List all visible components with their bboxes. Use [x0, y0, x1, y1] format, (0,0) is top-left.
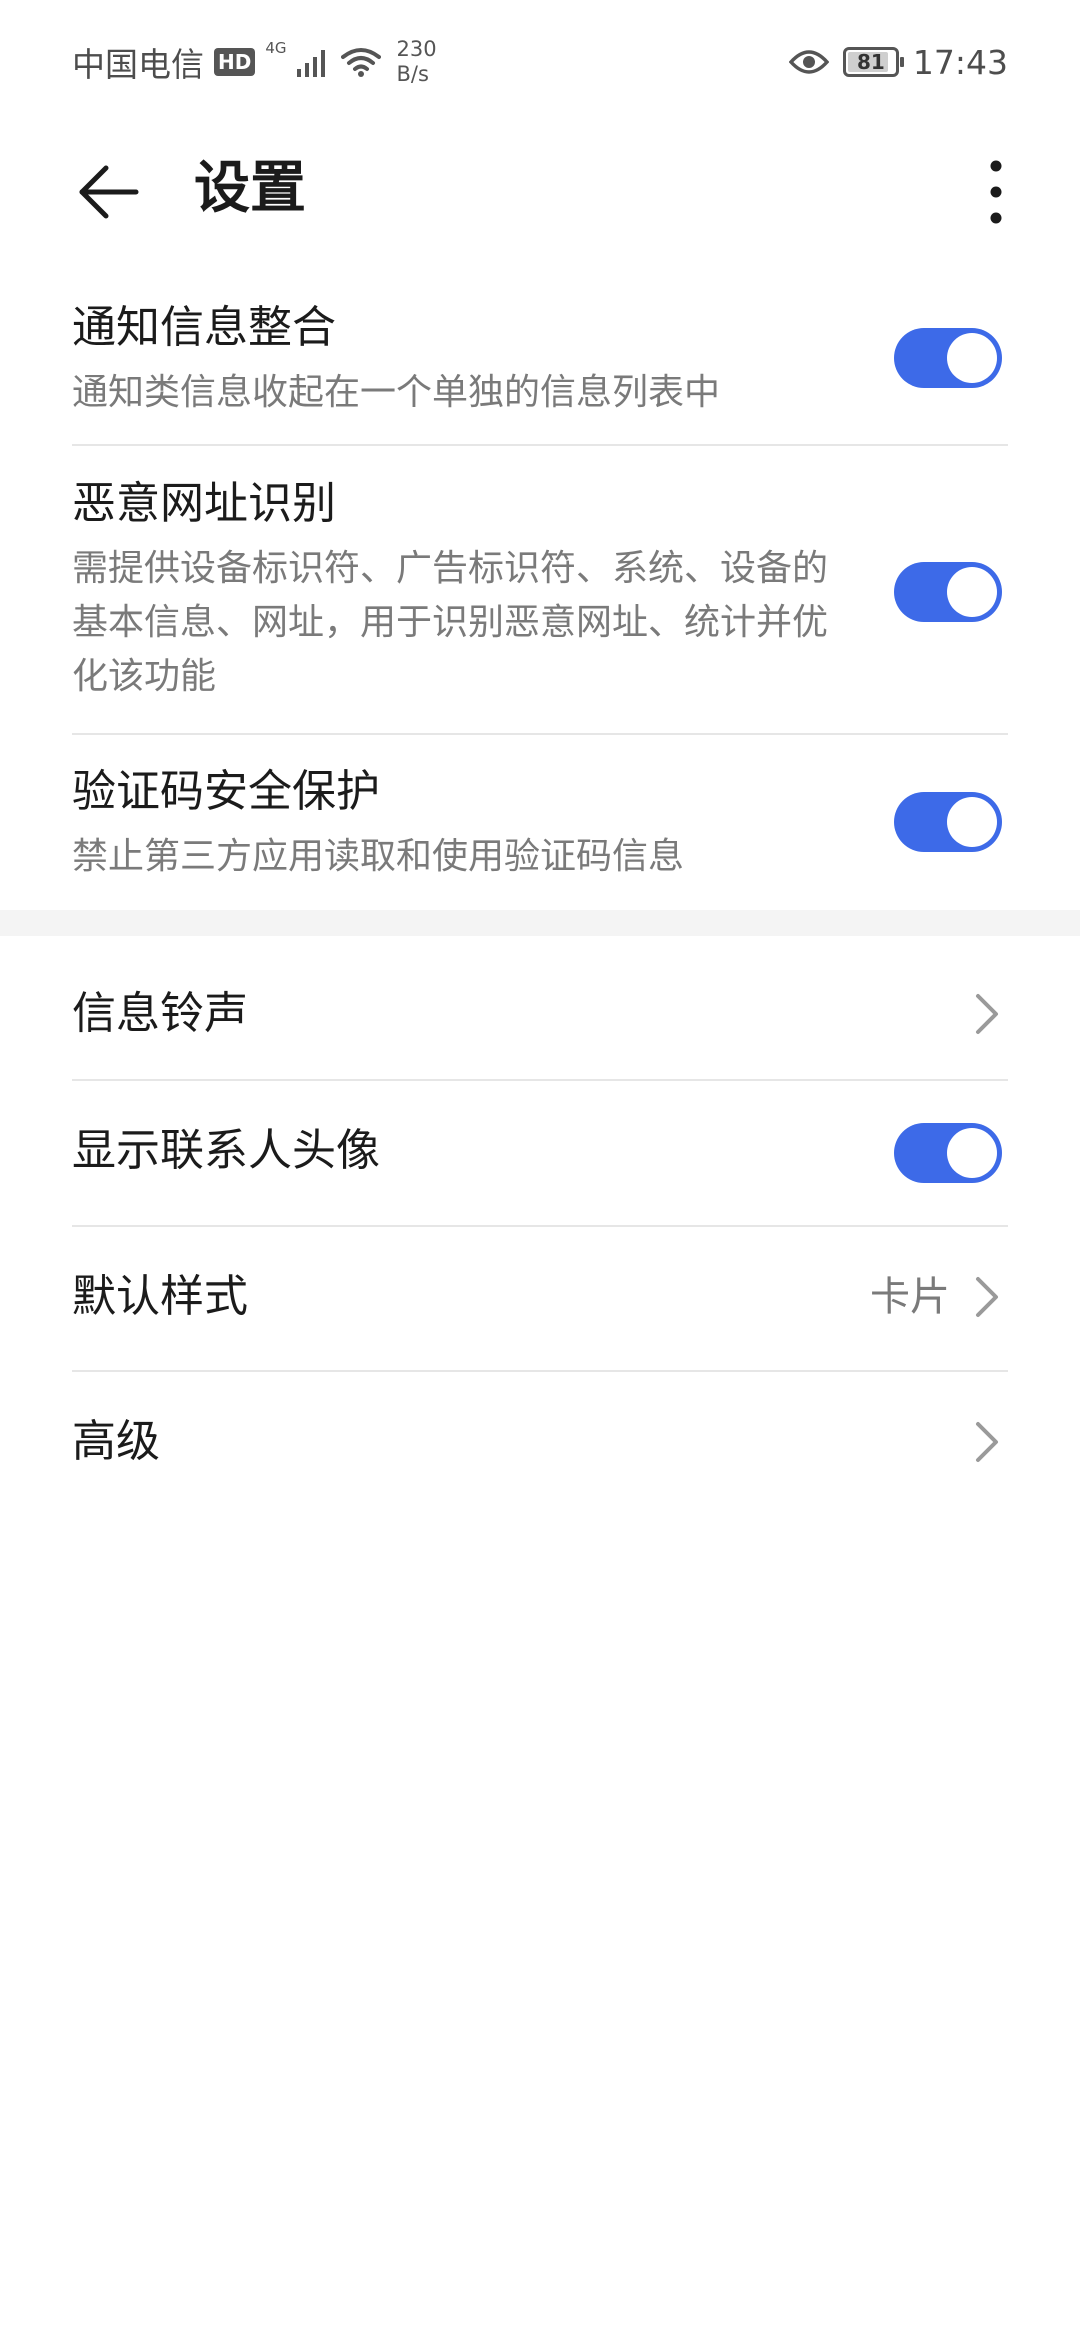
back-button[interactable]: [60, 144, 156, 240]
code-protection-desc: 禁止第三方应用读取和使用验证码信息: [72, 836, 685, 877]
ringtone-row[interactable]: 信息铃声: [72, 950, 1008, 1080]
advanced-title: 高级: [72, 1416, 160, 1467]
divider: [72, 444, 1008, 446]
section-separator: [0, 910, 1080, 936]
default-style-row[interactable]: 默认样式 卡片: [72, 1227, 1008, 1371]
code-protection-row[interactable]: 验证码安全保护 禁止第三方应用读取和使用验证码信息: [72, 762, 1008, 902]
network-speed: 230 B/s: [397, 37, 437, 87]
network-type: 4G: [265, 39, 287, 57]
malicious-url-title: 恶意网址识别: [72, 478, 336, 529]
more-options-button[interactable]: [948, 144, 1044, 240]
toggle-knob: [947, 797, 997, 847]
code-protection-title: 验证码安全保护: [72, 766, 380, 817]
battery-level: 81: [856, 50, 885, 74]
chevron-right-icon: [976, 1422, 998, 1462]
signal-icon: [296, 50, 325, 77]
eye-icon: [788, 50, 829, 74]
chevron-right-icon: [976, 1277, 998, 1317]
default-style-title: 默认样式: [72, 1271, 248, 1322]
more-vertical-icon: [990, 160, 1002, 224]
carrier-name: 中国电信: [72, 45, 204, 84]
contact-avatar-row[interactable]: 显示联系人头像: [72, 1081, 1008, 1225]
chevron-right-icon: [976, 994, 998, 1034]
malicious-url-toggle[interactable]: [894, 562, 1002, 622]
malicious-url-desc: 需提供设备标识符、广告标识符、系统、设备的基本信息、网址，用于识别恶意网址、统计…: [72, 548, 829, 697]
notification-merge-toggle[interactable]: [894, 328, 1002, 388]
back-arrow-icon: [79, 165, 139, 219]
malicious-url-row[interactable]: 恶意网址识别 需提供设备标识符、广告标识符、系统、设备的基本信息、网址，用于识别…: [72, 474, 1008, 714]
toggle-knob: [947, 333, 997, 383]
app-bar: 设置: [0, 124, 1080, 254]
default-style-value: 卡片: [870, 1274, 950, 1320]
toggle-knob: [947, 1128, 997, 1178]
notification-merge-title: 通知信息整合: [72, 302, 336, 353]
notification-merge-row[interactable]: 通知信息整合 通知类信息收起在一个单独的信息列表中: [72, 296, 1008, 446]
status-left: 中国电信 HD 4G 230 B/s: [72, 34, 437, 90]
notification-merge-desc: 通知类信息收起在一个单独的信息列表中: [72, 372, 721, 413]
speed-unit: B/s: [396, 62, 429, 86]
contact-avatar-title: 显示联系人头像: [72, 1125, 380, 1176]
speed-value: 230: [396, 37, 437, 61]
divider: [72, 733, 1008, 735]
hd-badge: HD: [214, 48, 256, 76]
battery-icon: 81: [842, 47, 904, 77]
wifi-icon: [340, 48, 381, 77]
toggle-knob: [947, 567, 997, 617]
page-title: 设置: [194, 156, 306, 221]
status-bar: 中国电信 HD 4G 230 B/s 81 17:43: [0, 0, 1080, 124]
clock: 17:43: [912, 42, 1008, 82]
contact-avatar-toggle[interactable]: [894, 1123, 1002, 1183]
code-protection-toggle[interactable]: [894, 792, 1002, 852]
status-right: 81 17:43: [788, 34, 1008, 90]
ringtone-title: 信息铃声: [72, 988, 248, 1039]
advanced-row[interactable]: 高级: [72, 1372, 1008, 1516]
